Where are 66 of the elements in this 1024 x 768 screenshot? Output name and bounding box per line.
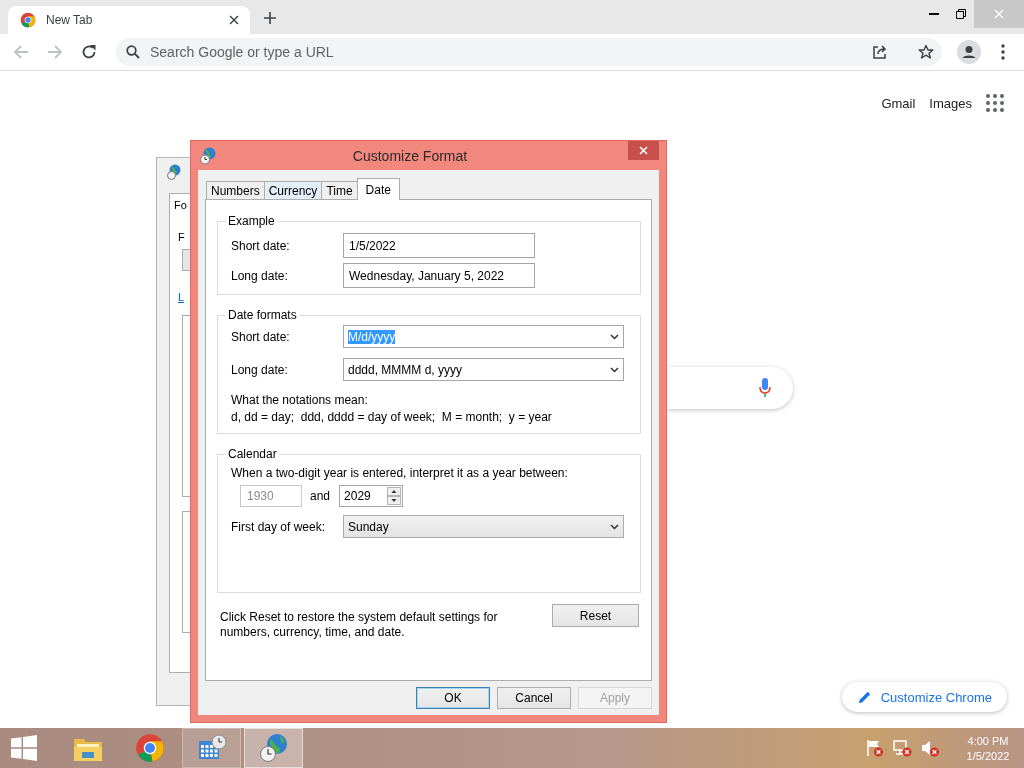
reload-icon[interactable] [81,44,97,60]
apps-grid-icon[interactable] [986,94,1004,112]
tab[interactable]: Numbers [206,181,265,199]
share-icon[interactable] [872,44,888,60]
field-label: Short date: [231,238,291,253]
profile-icon[interactable] [957,40,981,64]
chevron-down-icon [610,366,619,373]
group-title: Date formats [227,308,298,322]
tab-label[interactable]: Fo [174,199,187,211]
help-text: Click Reset to restore the system default settings for numbers, currency, time, and date. [220,610,499,640]
field-label: and [310,489,331,503]
header-link[interactable]: Gmail [881,95,916,111]
menu-icon[interactable] [1001,44,1005,60]
group-title: Calendar [227,447,278,461]
field-label: Long date: [231,268,289,283]
globe-clock-icon [167,164,181,180]
star-icon[interactable] [918,44,934,60]
flag-icon[interactable] [866,739,884,757]
spin-up-icon[interactable] [387,487,402,496]
chevron-down-icon [610,523,619,530]
customize-chrome-button[interactable]: Customize Chrome [841,682,1007,712]
speaker-icon[interactable] [920,739,940,757]
spin-down-icon[interactable] [387,496,402,505]
minimize-icon[interactable] [928,13,939,15]
windows-logo-icon[interactable] [11,735,37,761]
reset-button[interactable]: Reset [552,604,639,627]
globe-clock-icon [200,146,216,165]
address-input[interactable]: Search Google or type a URL [148,43,864,61]
field-label: F [178,231,186,243]
pencil-icon [857,690,872,704]
close-button[interactable] [628,141,659,160]
chrome-logo-icon [20,12,36,28]
dialog-button[interactable]: OK [416,687,490,709]
combo-box[interactable]: dddd, MMMM d, yyyy [343,358,624,381]
field-label: Short date: [231,329,291,344]
tab[interactable]: Date [356,178,400,200]
year-spinner[interactable]: 2029 [339,485,404,507]
chevron-down-icon [610,333,619,340]
tab-title: New Tab [46,13,94,27]
link[interactable]: L [178,291,185,303]
address-bar[interactable]: Search Google or type a URL [116,38,942,66]
text-field[interactable]: 1/5/2022 [343,233,535,258]
restore-icon[interactable] [955,9,966,19]
close-icon[interactable] [229,15,239,25]
help-text: What the notations mean: [231,393,369,407]
taskbar-app[interactable] [182,728,241,768]
tab[interactable]: Currency [263,181,323,199]
microphone-icon[interactable] [759,378,771,398]
dropdown[interactable]: Sunday [343,515,624,538]
new-tab-icon[interactable] [263,11,277,25]
taskbar-app[interactable] [244,728,303,768]
dialog-title: Customize Format [351,147,469,164]
group-title: Example [227,214,276,228]
text-field[interactable]: Wednesday, January 5, 2022 [343,263,535,288]
browser-tab[interactable]: New Tab [8,6,250,34]
network-icon[interactable] [892,739,912,757]
dialog-button[interactable]: Cancel [497,687,571,709]
help-text: d, dd = day; ddd, dddd = day of week; M = month; y = year [231,410,553,424]
help-text: When a two-digit year is entered, interpret it as a year between: [231,466,569,480]
header-link[interactable]: Images [929,95,972,111]
field-label: Long date: [231,362,289,377]
field-label: First day of week: [231,519,327,534]
globe-clock-icon [257,733,290,763]
chrome-icon [134,733,165,763]
close-icon [639,146,648,155]
search-icon [126,45,140,59]
